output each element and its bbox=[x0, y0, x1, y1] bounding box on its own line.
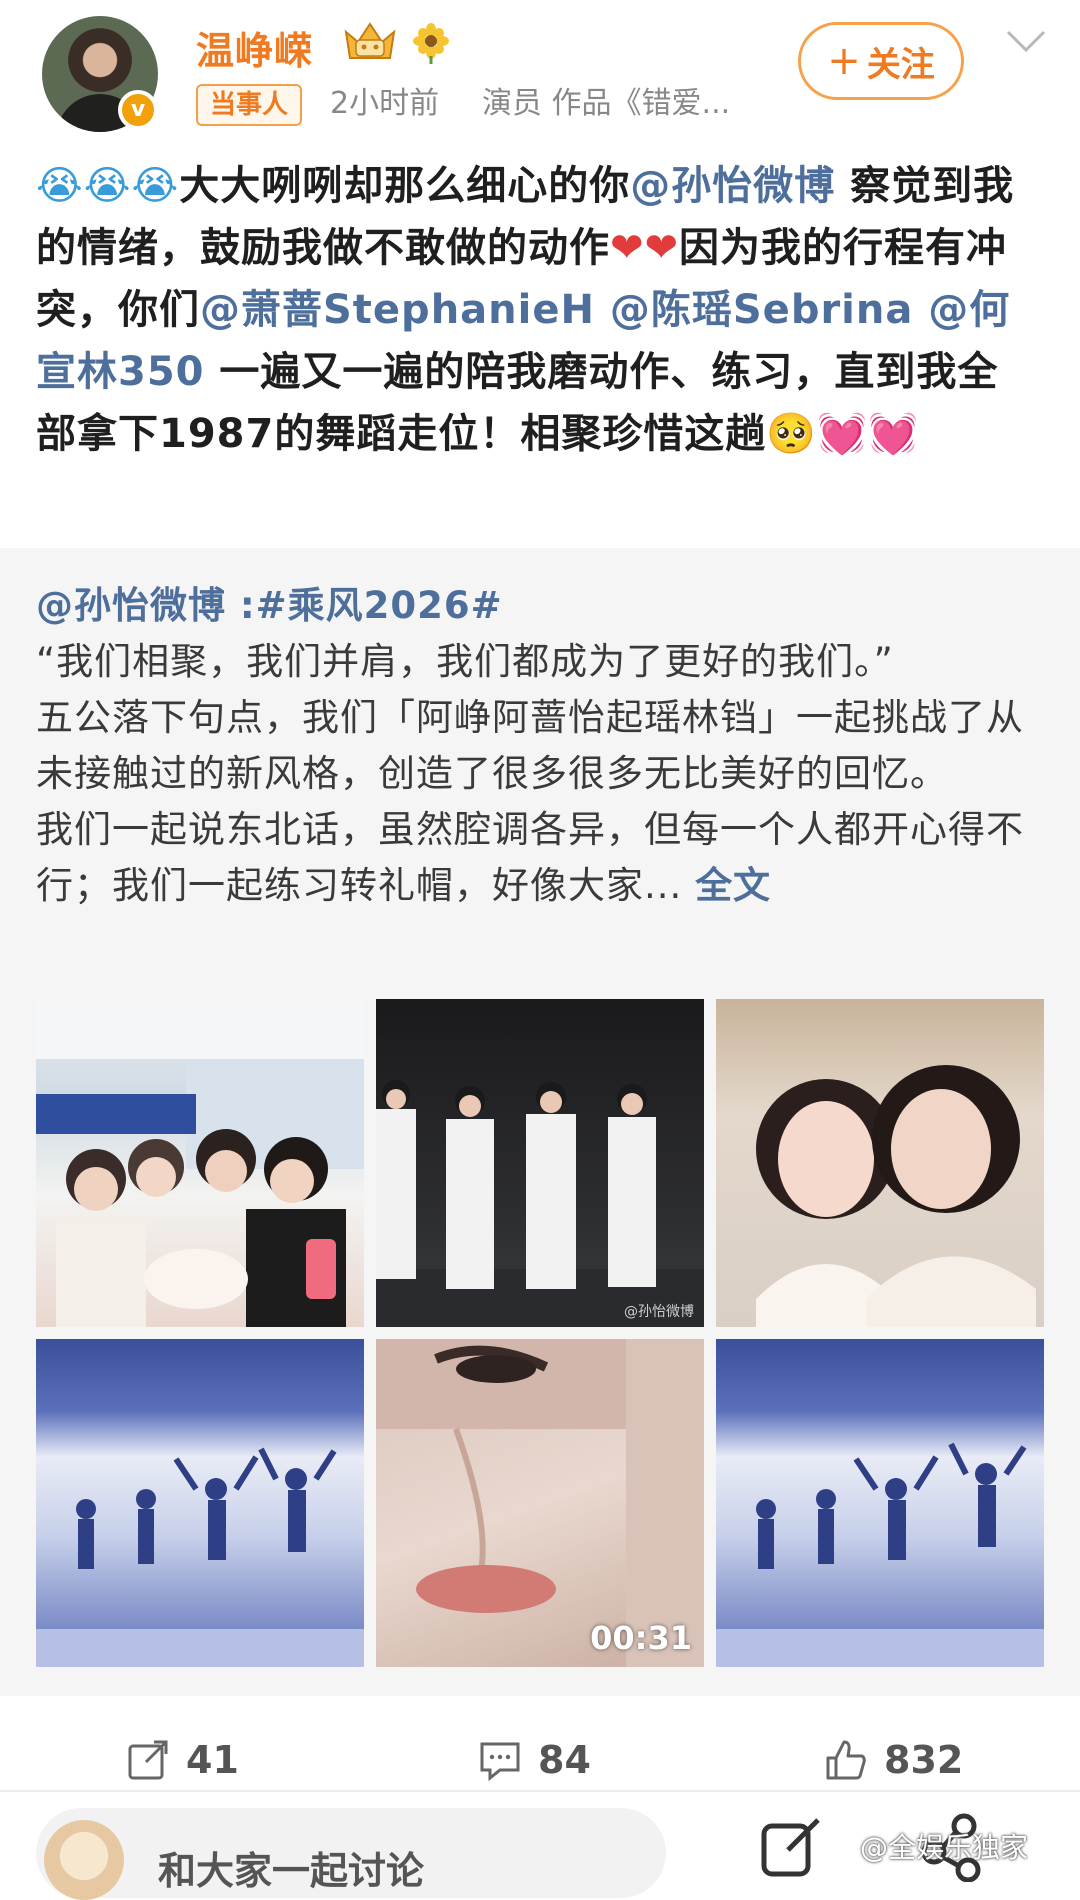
user-avatar bbox=[44, 1820, 124, 1900]
dancers-illustration bbox=[376, 1080, 704, 1327]
repost-button[interactable]: 41 bbox=[126, 1720, 239, 1800]
compose-icon[interactable] bbox=[758, 1812, 828, 1882]
sunflower-icon bbox=[413, 23, 449, 64]
author-description: 演员 作品《错爱... bbox=[482, 86, 731, 121]
topic-link[interactable]: :#乘风2026# bbox=[226, 584, 503, 627]
repost-text: @孙怡微博 :#乘风2026# “我们相聚，我们并肩，我们都成为了更好的我们。”… bbox=[36, 578, 1046, 914]
thumbs-up-icon bbox=[826, 1740, 866, 1780]
post-text: 😭😭😭大大咧咧却那么细心的你@孙怡微博 察觉到我的情绪，鼓励我做不敢做的动作❤❤… bbox=[36, 155, 1036, 465]
like-count: 832 bbox=[884, 1738, 964, 1782]
post-time: 2小时前 bbox=[330, 86, 440, 121]
repost-count: 41 bbox=[186, 1738, 239, 1782]
photo-dance-stage[interactable]: @孙怡微博 bbox=[376, 999, 704, 1327]
heart-emoji-icon: ❤❤ bbox=[610, 225, 680, 271]
silhouettes-illustration bbox=[716, 1442, 1044, 1667]
verified-badge-icon: v bbox=[118, 90, 158, 130]
face-closeup-illustration bbox=[376, 1339, 704, 1667]
party-involved-tag: 当事人 bbox=[196, 84, 303, 126]
repost-paragraph: 五公落下句点，我们「阿峥阿蔷怡起瑶林铛」一起挑战了从未接触过的新风格，创造了很多… bbox=[36, 696, 1024, 795]
repost-icon bbox=[128, 1740, 168, 1780]
repost-paragraph: “我们相聚，我们并肩，我们都成为了更好的我们。” bbox=[36, 640, 894, 683]
follow-label: 关注 bbox=[866, 44, 935, 85]
photo-group-selfie[interactable] bbox=[36, 999, 364, 1327]
crown-badge-icon bbox=[344, 22, 396, 59]
mention-link[interactable]: @陈瑶Sebrina bbox=[595, 287, 913, 333]
comment-button[interactable]: 84 bbox=[478, 1720, 591, 1800]
video-thumbnail[interactable]: 00:31 bbox=[376, 1339, 704, 1667]
post-text-segment: 大大咧咧却那么细心的你 bbox=[179, 163, 631, 209]
comment-count: 84 bbox=[538, 1738, 591, 1782]
divider bbox=[0, 1790, 1080, 1792]
pleading-hearts-emoji-icon: 🥺💓💓 bbox=[766, 411, 919, 457]
video-duration: 00:31 bbox=[590, 1619, 692, 1657]
full-text-link[interactable]: 全文 bbox=[695, 864, 771, 907]
action-bar: 41 84 832 bbox=[0, 1720, 1080, 1800]
source-watermark: @全娱乐独家 bbox=[860, 1831, 1029, 1864]
photo-silhouettes[interactable] bbox=[716, 1339, 1044, 1667]
mention-link[interactable]: @孙怡微博 bbox=[630, 163, 835, 209]
repost-author-link[interactable]: @孙怡微博 bbox=[36, 584, 226, 627]
chevron-down-icon[interactable] bbox=[1004, 26, 1048, 56]
mention-link[interactable]: @萧蔷StephanieH bbox=[200, 287, 595, 333]
repost-paragraph: 我们一起说东北话，虽然腔调各异，但每一个人都开心得不行；我们一起练习转礼帽，好像… bbox=[36, 808, 1024, 907]
image-watermark: @孙怡微博 bbox=[624, 1304, 694, 1320]
photo-silhouettes[interactable] bbox=[36, 1339, 364, 1667]
comment-icon bbox=[480, 1742, 520, 1782]
crying-emoji-icon: 😭😭😭 bbox=[36, 163, 180, 209]
portrait-illustration bbox=[756, 1065, 1036, 1327]
silhouettes-illustration bbox=[36, 1447, 364, 1667]
photo-two-women[interactable] bbox=[716, 999, 1044, 1327]
like-button[interactable]: 832 bbox=[824, 1720, 963, 1800]
group-selfie-illustration bbox=[36, 999, 364, 1327]
author-name[interactable]: 温峥嵘 bbox=[196, 20, 313, 75]
follow-button[interactable]: + 关注 bbox=[798, 22, 964, 100]
plus-icon: + bbox=[827, 38, 861, 84]
comment-placeholder: 和大家一起讨论 bbox=[158, 1849, 425, 1893]
